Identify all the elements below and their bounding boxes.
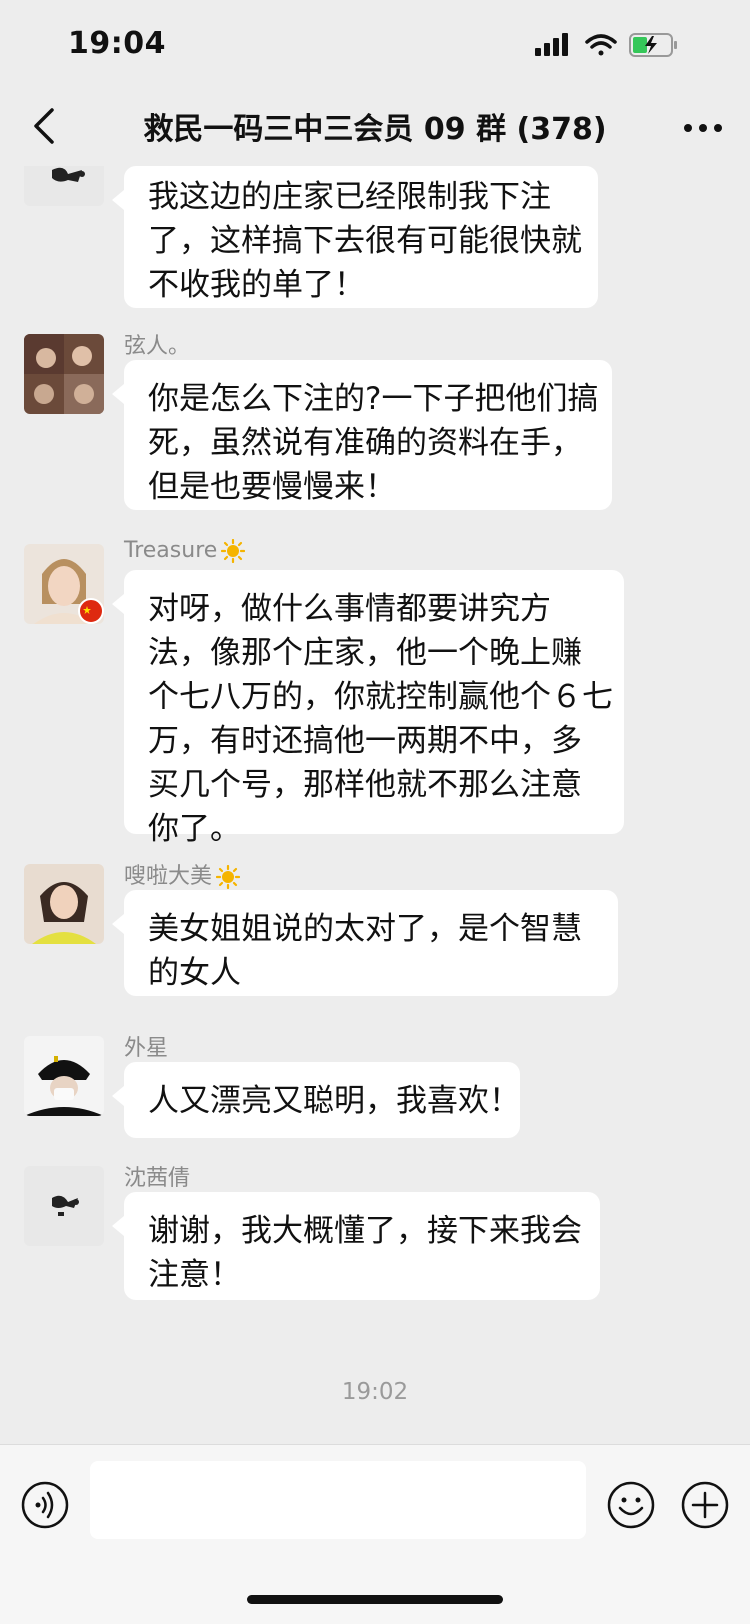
message-line: 了，这样搞下去很有可能很快就 [148,223,582,259]
sender-name-text: 嗖啦大美 [124,864,213,889]
avatar[interactable] [24,334,104,414]
time-divider: 19:02 [341,1379,409,1405]
battery-icon [629,33,677,57]
message-line: 对呀，做什么事情都要讲究方 [148,591,551,627]
sender-name-text: Treasure [124,538,218,563]
status-time: 19:04 [68,26,166,61]
nav-bar: 救民一码三中三会员 09 群 (378) [0,88,750,166]
message-input[interactable] [90,1461,586,1539]
message-line: 人又漂亮又聪明，我喜欢！ [148,1083,520,1119]
avatar[interactable] [24,864,104,944]
sun-icon [216,865,241,889]
message-bubble[interactable]: 对呀，做什么事情都要讲究方 法，像那个庄家，他一个晚上赚 个七八万的，你就控制赢… [112,570,624,847]
more-options-button[interactable] [678,108,728,148]
message-bubble[interactable]: 我这边的庄家已经限制我下注 了，这样搞下去很有可能很快就 不收我的单了！ [112,166,598,308]
cellular-signal-icon [535,33,568,56]
chat-area[interactable]: 我这边的庄家已经限制我下注 了，这样搞下去很有可能很快就 不收我的单了！ 弦人。… [0,166,750,1444]
wifi-icon [585,34,617,56]
sender-name: 弦人。 [124,334,191,359]
message-line: 个七八万的，你就控制赢他个６七 [148,679,613,715]
message-bubble[interactable]: 你是怎么下注的?一下子把他们搞 死，虽然说有准确的资料在手， 但是也要慢慢来！ [112,360,612,510]
message-line: 谢谢，我大概懂了，接下来我会 [148,1213,582,1249]
message-bubble[interactable]: 谢谢，我大概懂了，接下来我会 注意！ [112,1192,600,1300]
avatar[interactable] [24,166,104,206]
message-line: 法，像那个庄家，他一个晚上赚 [148,635,582,671]
emoji-button[interactable] [606,1480,656,1530]
home-indicator [247,1595,503,1604]
message-line: 注意！ [148,1257,241,1293]
avatar[interactable] [24,1166,104,1246]
message-bubble[interactable]: 美女姐姐说的太对了，是个智慧 的女人 [112,890,618,996]
plus-button[interactable] [680,1480,730,1530]
sun-icon [221,539,246,563]
sender-name: 沈茜倩 [124,1166,191,1191]
sender-name: 外星 [124,1036,169,1061]
message-line: 我这边的庄家已经限制我下注 [148,179,551,215]
sender-name: 嗖啦大美 [124,858,241,890]
message-bubble[interactable]: 人又漂亮又聪明，我喜欢！ [112,1062,520,1138]
message-line: 的女人 [148,955,241,991]
message-line: 但是也要慢慢来！ [148,469,396,505]
message-line: 万，有时还搞他一两期不中，多 [148,723,582,759]
message-line: 美女姐姐说的太对了，是个智慧 [148,911,582,947]
message-line: 你了。 [148,811,241,847]
status-bar: 19:04 [0,0,750,88]
back-button[interactable] [26,104,66,148]
message-line: 你是怎么下注的?一下子把他们搞 [148,381,599,417]
avatar[interactable] [24,1036,104,1116]
voice-button[interactable] [20,1480,70,1530]
avatar[interactable] [24,544,104,624]
message-line: 买几个号，那样他就不那么注意 [148,767,582,803]
status-icons [535,33,677,57]
message-line: 死，虽然说有准确的资料在手， [148,425,582,461]
message-line: 不收我的单了！ [148,267,365,303]
sender-name: Treasure [124,538,246,563]
chat-title: 救民一码三中三会员 09 群 (378) [143,112,607,147]
flag-badge-icon [78,598,104,624]
